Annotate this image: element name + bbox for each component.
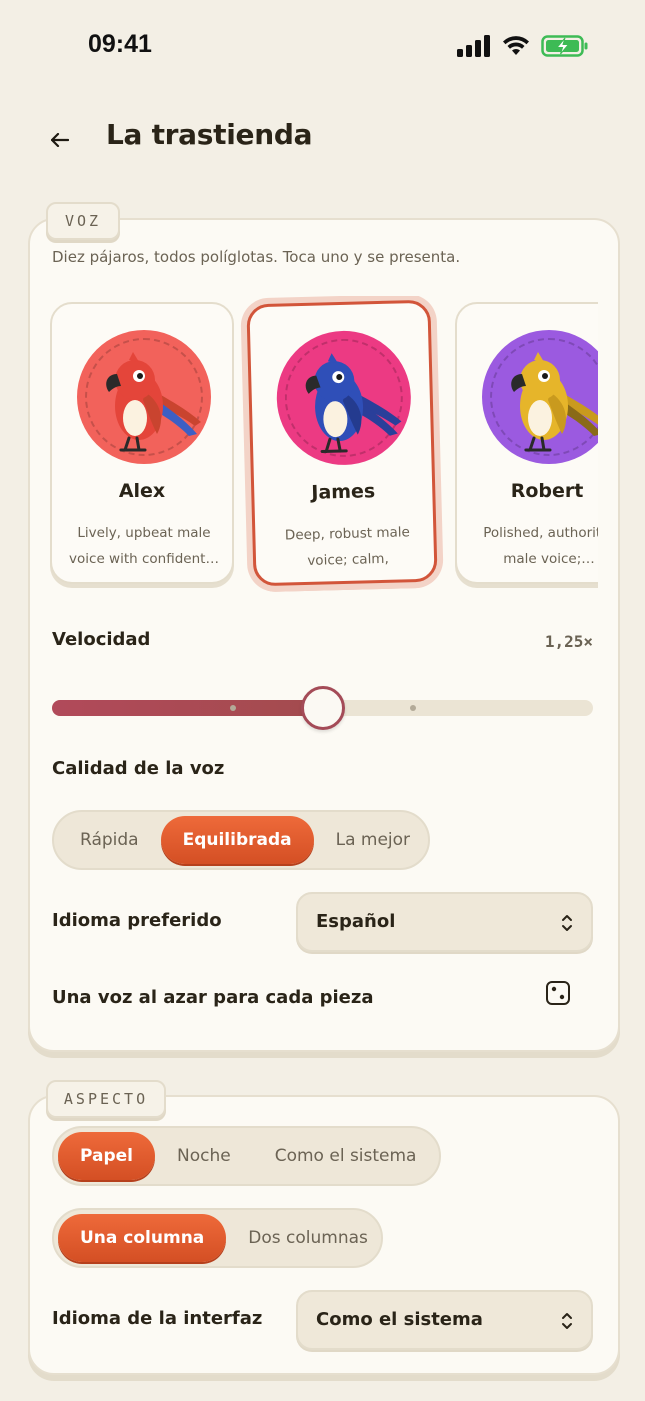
layout-option-una-columna[interactable]: Una columna: [58, 1214, 227, 1262]
back-button[interactable]: [42, 122, 78, 158]
voice-description: Polished, authoritat male voice;…: [483, 525, 598, 567]
voice-card-james[interactable]: James Deep, robust male voice; calm, com…: [246, 299, 438, 587]
voice-avatar: [77, 330, 211, 464]
slider-tick: [410, 705, 416, 711]
slider-fill: [52, 700, 323, 716]
section-tag-voz: VOZ: [46, 202, 120, 240]
page-title: La trastienda: [106, 118, 313, 151]
select-value: Como el sistema: [316, 1309, 483, 1330]
header: La trastienda: [0, 110, 645, 170]
voice-card-alex[interactable]: Alex Lively, upbeat male voice with conf…: [50, 302, 234, 584]
select-value: Español: [316, 911, 396, 932]
voice-name: James: [311, 480, 376, 504]
slider-thumb[interactable]: [301, 686, 345, 730]
layout-option-dos-columnas[interactable]: Dos columnas: [226, 1214, 390, 1262]
quality-option-la-mejor[interactable]: La mejor: [314, 816, 432, 864]
voice-quality-selector: Rápida Equilibrada La mejor: [52, 810, 430, 870]
voice-section-description: Diez pájaros, todos políglotas. Toca uno…: [52, 248, 461, 266]
quality-option-rapida[interactable]: Rápida: [58, 816, 161, 864]
speed-label: Velocidad: [52, 629, 151, 650]
voice-carousel[interactable]: Alex Lively, upbeat male voice with conf…: [44, 296, 598, 602]
theme-option-noche[interactable]: Noche: [155, 1132, 253, 1180]
signal-icon: [457, 35, 490, 57]
dice-icon: [546, 981, 570, 1005]
random-voice-toggle[interactable]: [545, 980, 573, 1008]
random-voice-label: Una voz al azar para cada pieza: [52, 987, 374, 1008]
speed-slider[interactable]: [52, 686, 593, 730]
slider-tick: [230, 705, 236, 711]
parrot-icon: [106, 352, 201, 452]
voice-description: Deep, robust male voice; calm, compose…: [284, 524, 411, 569]
ui-language-label: Idioma de la interfaz: [52, 1308, 263, 1329]
voice-avatar: [482, 330, 598, 464]
voice-name: Robert: [510, 480, 584, 502]
theme-selector: Papel Noche Como el sistema: [52, 1126, 441, 1186]
theme-option-papel[interactable]: Papel: [58, 1132, 156, 1180]
voice-quality-label: Calidad de la voz: [52, 758, 225, 779]
ui-language-select[interactable]: Como el sistema: [296, 1290, 593, 1350]
preferred-language-label: Idioma preferido: [52, 910, 222, 931]
theme-option-sistema[interactable]: Como el sistema: [253, 1132, 439, 1180]
arrow-left-icon: [51, 133, 69, 147]
chevron-up-down-icon: [562, 915, 572, 931]
chevron-up-down-icon: [562, 1313, 572, 1329]
battery-charging-icon: [541, 35, 588, 57]
voice-card-robert[interactable]: Robert Polished, authoritat male voice;…: [455, 302, 598, 584]
quality-option-equilibrada[interactable]: Equilibrada: [160, 816, 314, 864]
section-tag-aspecto: ASPECTO: [46, 1080, 166, 1118]
parrot-icon: [511, 352, 598, 452]
wifi-icon: [503, 36, 529, 55]
voice-name: Alex: [118, 480, 166, 502]
parrot-icon: [305, 353, 402, 454]
voice-avatar: [275, 329, 413, 467]
status-time: 09:41: [88, 30, 152, 58]
voice-description: Lively, upbeat male voice with confident…: [69, 525, 219, 567]
speed-value: 1,25×: [544, 632, 593, 651]
status-bar: 09:41: [0, 0, 645, 90]
layout-selector: Una columna Dos columnas: [52, 1208, 383, 1268]
status-icons: [457, 34, 589, 58]
preferred-language-select[interactable]: Español: [296, 892, 593, 952]
